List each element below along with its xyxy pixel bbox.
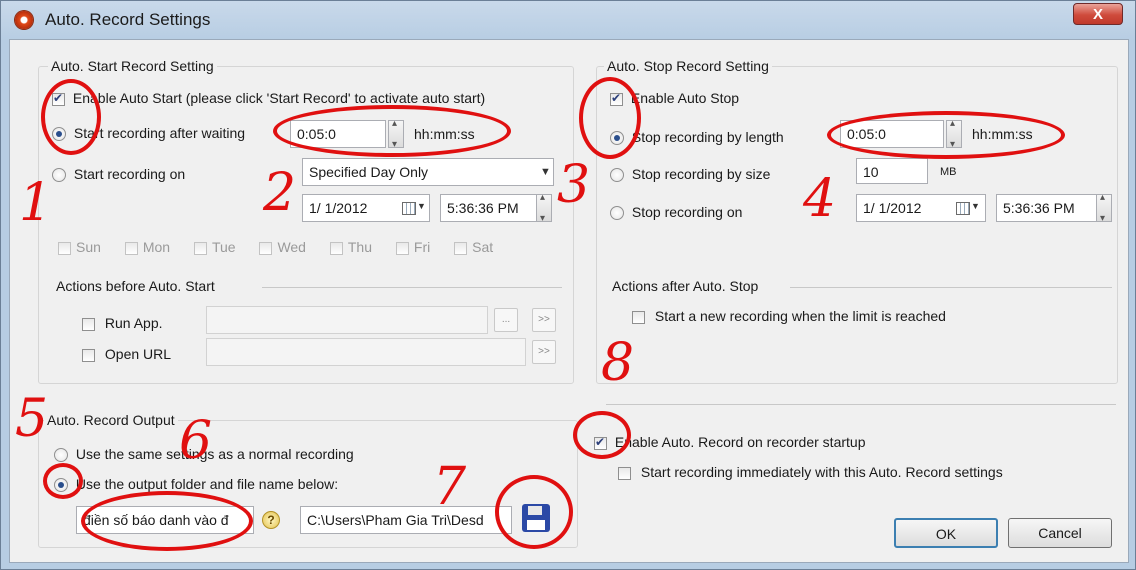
annotation-number-2: 2: [263, 163, 297, 223]
start-time-input[interactable]: 5:36:36 PM: [440, 194, 538, 222]
stop-size-input[interactable]: 10: [856, 158, 928, 184]
day-checkbox-thu[interactable]: [329, 241, 343, 255]
day-label-thu: Thu: [347, 239, 372, 255]
close-button[interactable]: X: [1073, 3, 1123, 25]
output-path-input[interactable]: C:\Users\Pham Gia Tri\Desd: [300, 506, 512, 534]
day-label-fri: Fri: [413, 239, 431, 255]
run-app-go-button[interactable]: >>: [532, 308, 556, 332]
output-folder-row[interactable]: Use the output folder and file name belo…: [54, 476, 339, 493]
stop-by-length-label: Stop recording by length: [631, 129, 784, 145]
annotation-number-5: 5: [15, 389, 49, 449]
help-icon[interactable]: ?: [262, 511, 280, 529]
weekday-checkboxes: Sun Mon Tue Wed Thu Fri Sat: [58, 239, 493, 255]
start-immediately-checkbox[interactable]: [618, 466, 631, 480]
stop-recording-on-radio[interactable]: [610, 206, 624, 221]
enable-startup-label: Enable Auto. Record on recorder startup: [614, 434, 866, 450]
open-url-input[interactable]: [206, 338, 526, 366]
day-checkbox-wed[interactable]: [259, 241, 273, 255]
new-recording-label: Start a new recording when the limit is …: [654, 308, 946, 324]
annotation-ellipse-stop-length: [827, 111, 1065, 159]
enable-startup-row[interactable]: Enable Auto. Record on recorder startup: [594, 434, 865, 450]
day-checkbox-mon[interactable]: [124, 241, 138, 255]
app-record-icon: [15, 11, 33, 29]
start-immediately-label: Start recording immediately with this Au…: [640, 464, 1003, 480]
calendar-icon: [956, 202, 970, 215]
run-app-path-input[interactable]: [206, 306, 488, 334]
start-recording-on-radio[interactable]: [52, 168, 66, 183]
day-label-sat: Sat: [472, 239, 494, 255]
auto-record-output-label: Auto. Record Output: [44, 412, 178, 428]
new-recording-row[interactable]: Start a new recording when the limit is …: [632, 308, 946, 324]
day-mode-select[interactable]: Specified Day Only: [302, 158, 554, 186]
title-bar: Auto. Record Settings X: [1, 1, 1135, 39]
stop-by-size-label: Stop recording by size: [631, 166, 771, 182]
cancel-button[interactable]: Cancel: [1008, 518, 1112, 548]
same-settings-label: Use the same settings as a normal record…: [75, 446, 354, 462]
annotation-circle-enable-stop: [579, 77, 641, 159]
actions-before-start-heading: Actions before Auto. Start: [56, 278, 215, 294]
chevron-down-icon: ▼: [417, 201, 426, 211]
annotation-circle-save-icon: [495, 475, 573, 549]
chevron-down-icon: ▼: [540, 166, 551, 178]
day-checkbox-fri[interactable]: [395, 241, 409, 255]
divider: [606, 404, 1116, 405]
day-label-mon: Mon: [142, 239, 171, 255]
annotation-circle-enable-start: [41, 79, 101, 155]
annotation-ellipse-file-name: [81, 491, 253, 551]
actions-after-stop-heading: Actions after Auto. Stop: [612, 278, 759, 294]
run-app-checkbox[interactable]: [82, 317, 95, 331]
day-label-sun: Sun: [76, 239, 101, 255]
stop-time-input[interactable]: 5:36:36 PM: [996, 194, 1098, 222]
start-immediately-row[interactable]: Start recording immediately with this Au…: [618, 464, 1003, 480]
output-folder-label: Use the output folder and file name belo…: [75, 476, 339, 492]
stop-by-size-row[interactable]: Stop recording by size: [610, 166, 771, 183]
day-checkbox-sun[interactable]: [58, 241, 71, 255]
stop-recording-on-label: Stop recording on: [631, 204, 743, 220]
annotation-number-7: 7: [433, 457, 467, 517]
day-checkbox-tue[interactable]: [193, 241, 207, 255]
annotation-number-8: 8: [601, 333, 635, 393]
stop-time-spinner[interactable]: [1096, 192, 1112, 224]
auto-stop-group: [596, 66, 1118, 384]
divider: [790, 287, 1112, 288]
enable-auto-start-row[interactable]: Enable Auto Start (please click 'Start R…: [52, 90, 485, 106]
day-label-wed: Wed: [277, 239, 306, 255]
open-url-checkbox[interactable]: [82, 348, 95, 362]
window-title: Auto. Record Settings: [45, 10, 211, 29]
open-url-go-button[interactable]: >>: [532, 340, 556, 364]
start-time-spinner[interactable]: [536, 192, 552, 224]
run-app-row[interactable]: Run App.: [82, 315, 163, 331]
annotation-number-4: 4: [803, 169, 837, 229]
stop-size-unit: MB: [940, 166, 957, 178]
auto-stop-group-label: Auto. Stop Record Setting: [604, 58, 772, 74]
run-app-browse-button[interactable]: ...: [494, 308, 518, 332]
stop-recording-on-row[interactable]: Stop recording on: [610, 204, 743, 221]
new-recording-checkbox[interactable]: [632, 310, 645, 324]
chevron-down-icon: ▼: [971, 201, 980, 211]
ok-button[interactable]: OK: [894, 518, 998, 548]
start-recording-on-label: Start recording on: [73, 166, 186, 182]
annotation-number-3: 3: [557, 155, 591, 215]
annotation-circle-output-radio: [43, 463, 83, 499]
stop-by-size-radio[interactable]: [610, 168, 624, 183]
annotation-ellipse-wait-time: [273, 105, 511, 157]
day-label-tue: Tue: [211, 239, 236, 255]
day-checkbox-sat[interactable]: [454, 241, 468, 255]
annotation-number-1: 1: [19, 173, 53, 233]
open-url-label: Open URL: [104, 346, 172, 362]
auto-record-settings-window: Auto. Record Settings X Auto. Start Reco…: [0, 0, 1136, 570]
annotation-number-6: 6: [179, 411, 213, 471]
same-settings-radio[interactable]: [54, 448, 68, 463]
calendar-icon: [402, 202, 416, 215]
auto-start-group-label: Auto. Start Record Setting: [48, 58, 217, 74]
start-recording-on-row[interactable]: Start recording on: [52, 166, 186, 183]
enable-auto-start-label: Enable Auto Start (please click 'Start R…: [72, 90, 486, 106]
run-app-label: Run App.: [104, 315, 163, 331]
open-url-row[interactable]: Open URL: [82, 346, 171, 362]
enable-auto-stop-label: Enable Auto Stop: [630, 90, 740, 106]
annotation-circle-startup: [573, 411, 631, 459]
divider: [262, 287, 562, 288]
